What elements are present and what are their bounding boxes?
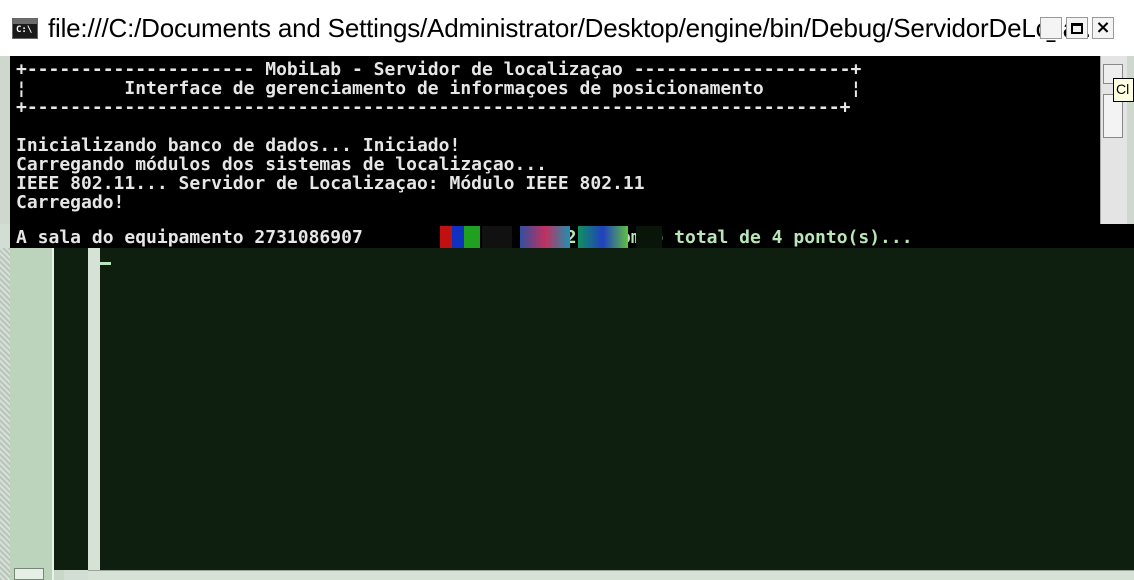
console-line: +--------------------- MobiLab - Servido… xyxy=(16,59,862,80)
title-bar[interactable]: C:\ file:///C:/Documents and Settings/Ad… xyxy=(0,0,1134,56)
bottom-bar xyxy=(88,570,1134,580)
inner-border xyxy=(88,248,100,570)
glitch-artifact xyxy=(520,226,570,248)
dark-console-area[interactable] xyxy=(54,248,1134,570)
console-line: ¦ Interface de gerenciamento de informaç… xyxy=(16,78,862,99)
glitch-artifact xyxy=(636,226,662,248)
console-line: IEEE 802.11... Servidor de Localizaçao: … xyxy=(16,173,645,194)
console-line: Carregado! xyxy=(16,192,125,213)
close-button[interactable]: × xyxy=(1092,17,1114,39)
minimize-icon: _ xyxy=(1046,22,1056,43)
left-column-panel xyxy=(10,248,54,580)
glitch-artifact xyxy=(440,226,480,248)
cmd-icon[interactable]: C:\ xyxy=(12,18,38,39)
left-pattern-strip xyxy=(0,248,10,580)
console-line: Inicializando banco de dados... Iniciado… xyxy=(16,135,461,156)
glitch-artifact xyxy=(482,226,512,248)
window-title: file:///C:/Documents and Settings/Admini… xyxy=(48,13,1098,43)
close-icon: × xyxy=(1095,17,1111,38)
maximize-button[interactable] xyxy=(1066,17,1088,39)
tooltip: Cl xyxy=(1113,78,1134,102)
minimize-button[interactable]: _ xyxy=(1040,17,1062,43)
bottom-button[interactable] xyxy=(14,568,44,580)
console-line: +---------------------------------------… xyxy=(16,97,851,118)
glitch-artifact xyxy=(578,226,628,248)
console-output[interactable]: +--------------------- MobiLab - Servido… xyxy=(10,56,1100,224)
console-text: +--------------------- MobiLab - Servido… xyxy=(16,60,861,212)
console-line: Carregando módulos dos sistemas de local… xyxy=(16,154,548,175)
sala-prefix: A sala do equipamento 2731086907 xyxy=(16,227,363,248)
maximize-icon xyxy=(1071,22,1083,34)
text-cursor xyxy=(100,262,111,265)
cmd-icon-text: C:\ xyxy=(16,25,33,35)
